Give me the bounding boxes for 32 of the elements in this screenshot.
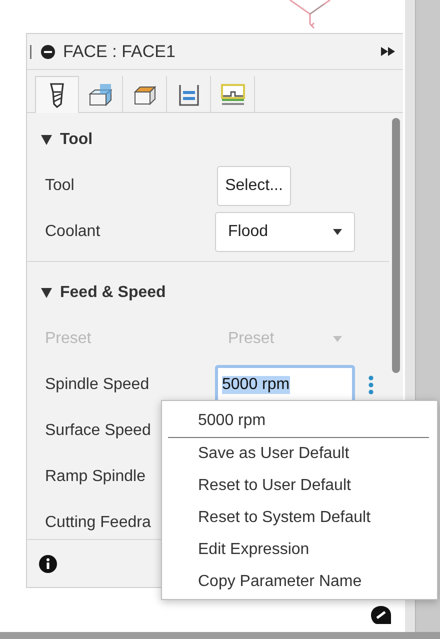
scrollbar-thumb[interactable] xyxy=(392,118,400,373)
caret-icon xyxy=(333,336,342,342)
field-label: Preset xyxy=(45,330,92,348)
grip-icon[interactable] xyxy=(29,44,33,58)
menu-item[interactable]: Copy Parameter Name xyxy=(168,566,429,598)
linking-icon xyxy=(220,84,244,106)
passes-icon xyxy=(178,82,200,106)
panel-title: FACE : FACE1 xyxy=(63,42,176,62)
more-options-icon[interactable] xyxy=(368,375,374,395)
section-title[interactable]: Feed & Speed xyxy=(60,284,166,302)
menu-value: 5000 rpm xyxy=(168,405,429,438)
collapse-triangle-icon[interactable] xyxy=(41,135,52,145)
collapse-triangle-icon[interactable] xyxy=(41,288,52,298)
section-title[interactable]: Tool xyxy=(60,131,93,149)
field-label: Surface Speed xyxy=(45,422,152,440)
menu-item[interactable]: Save as User Default xyxy=(168,438,429,470)
info-icon[interactable] xyxy=(39,554,57,572)
fast-forward-icon[interactable] xyxy=(381,47,395,56)
box-icon xyxy=(88,82,114,108)
field-label: Tool xyxy=(45,177,76,195)
tab[interactable] xyxy=(35,76,79,113)
select-button[interactable]: Select... xyxy=(217,166,291,206)
menu-item[interactable]: Reset to User Default xyxy=(168,470,429,502)
menu-item[interactable]: Edit Expression xyxy=(168,534,429,566)
field-label: Coolant xyxy=(45,223,102,241)
minus-circle-icon[interactable] xyxy=(41,44,55,58)
caret-icon xyxy=(333,229,342,235)
logo-icon[interactable] xyxy=(371,606,391,624)
drill-bit-icon xyxy=(49,82,65,108)
field-label: Spindle Speed xyxy=(45,376,150,394)
dropdown[interactable]: Flood xyxy=(215,212,355,252)
menu-item[interactable]: Reset to System Default xyxy=(168,502,429,534)
